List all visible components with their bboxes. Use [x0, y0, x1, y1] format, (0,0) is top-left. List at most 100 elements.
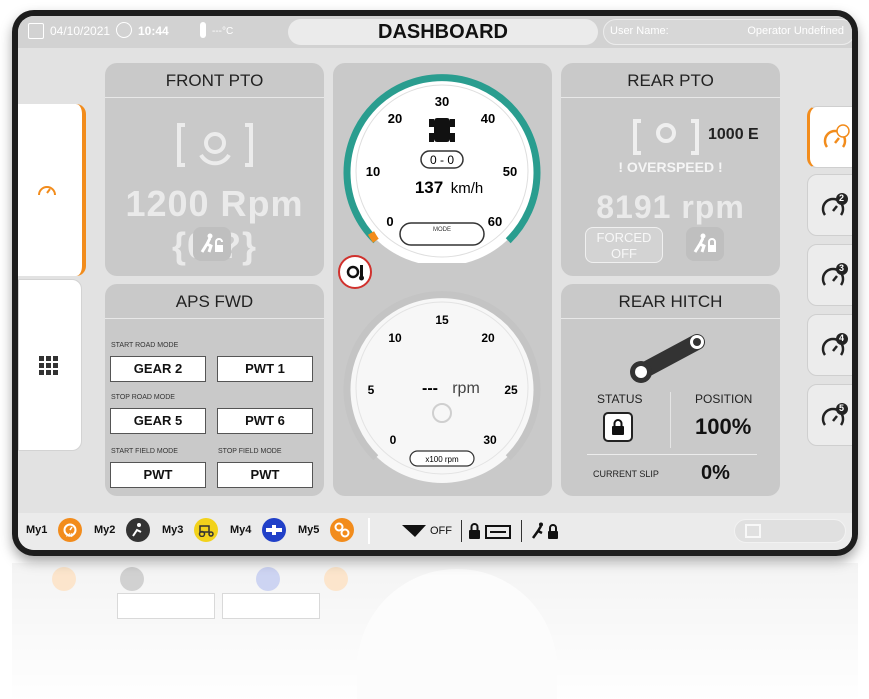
- steering-icon[interactable]: [401, 523, 427, 539]
- engine-status-button[interactable]: [338, 255, 372, 289]
- clock-icon: [116, 22, 132, 38]
- speed-tick-60: 60: [488, 214, 502, 229]
- speed-tick-30: 30: [435, 94, 449, 109]
- lock-icon: [612, 419, 624, 435]
- time-text: 10:44: [138, 24, 169, 38]
- start-field-value[interactable]: PWT: [110, 462, 206, 488]
- user-field[interactable]: User Name: Operator Undefined: [603, 19, 852, 45]
- gauge-4-icon: [821, 333, 848, 356]
- grid-icon: [39, 356, 58, 375]
- gauge-1-icon: [823, 124, 850, 148]
- stop-road-label: STOP ROAD MODE: [111, 394, 175, 401]
- speed-tick-20: 20: [388, 111, 402, 126]
- rpm-unit: rpm: [452, 380, 480, 397]
- dashboard-screen: 04/10/2021 10:44 ---°C DASHBOARD User Na…: [18, 16, 852, 550]
- tachometer: x100 rpm 15 10 20 5 25 0 30 --- rpm: [343, 291, 541, 483]
- speed-unit: km/h: [451, 180, 484, 197]
- tab-gauge-3[interactable]: 3: [807, 244, 852, 306]
- speed-tick-10: 10: [366, 164, 380, 179]
- lock-transmission-icon[interactable]: [468, 522, 514, 540]
- tab-gauges[interactable]: [18, 104, 86, 276]
- aps-fwd-panel: APS FWD START ROAD MODE GEAR 2 PWT 1 STO…: [105, 284, 324, 496]
- my1-label: My1: [26, 524, 48, 536]
- operator-lock-bar-icon[interactable]: [530, 522, 562, 540]
- multi-gear-icon: [334, 522, 350, 538]
- rear-pto-mode: 1000 E: [708, 126, 759, 143]
- my2-button[interactable]: [126, 518, 150, 542]
- speedometer: MODE 30 20 40 10 50 0 60 0 - 0 137 km/h: [343, 74, 541, 263]
- transmission-icon: [745, 524, 761, 538]
- bottom-right-pill[interactable]: [734, 519, 846, 543]
- calendar-icon: [28, 23, 44, 39]
- tab-gauge-5[interactable]: 5: [807, 384, 852, 446]
- operator-icon: [132, 523, 142, 537]
- my4-label: My4: [230, 524, 252, 536]
- rpm-tick-10: 10: [388, 331, 402, 345]
- gauge-5-icon: [821, 403, 848, 426]
- speed-value: 137: [415, 178, 443, 197]
- rear-pto-icon: [633, 119, 699, 155]
- bar-sep-1: [461, 520, 462, 542]
- rear-pto-operator-button[interactable]: [686, 227, 724, 261]
- my3-button[interactable]: [194, 518, 218, 542]
- hitch-lock-button[interactable]: [603, 412, 633, 442]
- steering-state: OFF: [430, 525, 452, 537]
- rpm-value: ---: [422, 380, 438, 397]
- front-pto-title: FRONT PTO: [165, 71, 264, 90]
- stop-road-gear[interactable]: GEAR 5: [110, 408, 206, 434]
- user-name-value: Operator Undefined: [747, 25, 844, 37]
- start-field-label: START FIELD MODE: [111, 448, 178, 455]
- rpm-tick-0: 0: [390, 433, 397, 447]
- tab-gauge-4[interactable]: 4: [807, 314, 852, 376]
- rear-hitch-panel: REAR HITCH STATUS POSITION 100% CURRENT …: [561, 284, 780, 496]
- operator-lock-icon: [693, 233, 716, 253]
- stop-road-pwt[interactable]: PWT 6: [217, 408, 313, 434]
- rpm-tick-20: 20: [481, 331, 495, 345]
- gear-thermometer-icon: [346, 265, 364, 281]
- forced-off-button[interactable]: FORCED OFF: [585, 227, 663, 263]
- rear-pto-panel: REAR PTO 1000 E ! OVERSPEED ! 8191 rpm F…: [561, 63, 780, 276]
- rpm-scale-label: x100 rpm: [425, 455, 459, 464]
- front-pto-operator-button[interactable]: [193, 227, 231, 261]
- tab-2-number: 2: [839, 193, 845, 203]
- my5-button[interactable]: [330, 518, 354, 542]
- tab-4-number: 4: [839, 333, 845, 343]
- slip-value: 0%: [701, 462, 730, 484]
- thermometer-icon: [200, 22, 206, 38]
- screen-reflection: [12, 563, 858, 699]
- rear-hitch-title: REAR HITCH: [618, 292, 723, 311]
- gauge-icon: [38, 186, 56, 196]
- start-road-gear[interactable]: GEAR 2: [110, 356, 206, 382]
- my4-button[interactable]: [262, 518, 286, 542]
- tab-apps[interactable]: [18, 279, 82, 451]
- forced-state: OFF: [611, 246, 637, 261]
- tab-gauge-2[interactable]: 2: [807, 174, 852, 236]
- gauge-3-icon: [821, 263, 848, 286]
- front-pto-panel: FRONT PTO 1200 Rpm {0 ?}: [105, 63, 324, 276]
- rule: [587, 454, 757, 455]
- speed-tick-0: 0: [386, 214, 393, 229]
- operator-unlock-icon: [200, 233, 223, 253]
- bar-sep-2: [521, 520, 522, 542]
- rpm-tick-5: 5: [368, 383, 375, 397]
- my5-label: My5: [298, 524, 320, 536]
- position-value: 100%: [695, 414, 752, 439]
- tab-3-number: 3: [839, 263, 845, 273]
- page-title: DASHBOARD: [288, 19, 598, 45]
- mode-label[interactable]: MODE: [433, 227, 451, 233]
- stop-field-label: STOP FIELD MODE: [218, 448, 282, 455]
- hitch-arm-icon: [630, 334, 705, 383]
- date-text: 04/10/2021: [50, 24, 111, 38]
- stop-field-value[interactable]: PWT: [217, 462, 313, 488]
- tractor-small-icon: [198, 525, 214, 537]
- tab-gauge-1[interactable]: [807, 106, 852, 168]
- start-road-pwt[interactable]: PWT 1: [217, 356, 313, 382]
- aps-fwd-title: APS FWD: [175, 292, 254, 311]
- slip-label: CURRENT SLIP: [593, 469, 659, 479]
- tab-5-number: 5: [839, 403, 845, 413]
- rear-pto-speed: 8191 rpm: [596, 189, 745, 225]
- divider: [670, 392, 671, 448]
- user-name-label: User Name:: [610, 25, 669, 37]
- my1-button[interactable]: M1: [58, 518, 82, 542]
- rpm-tick-25: 25: [504, 383, 518, 397]
